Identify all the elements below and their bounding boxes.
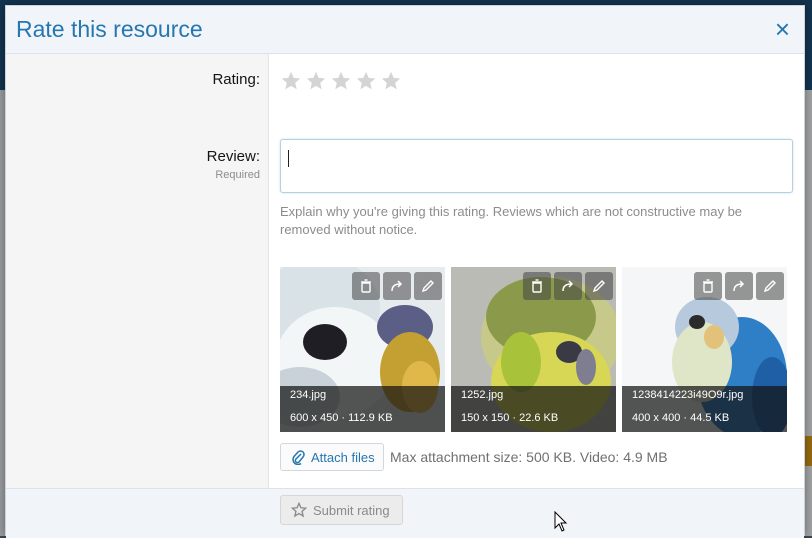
attachment-actions: [523, 272, 613, 300]
attachment-filename: 1252.jpg: [461, 389, 504, 401]
star-icon[interactable]: [305, 70, 327, 92]
rate-resource-modal: Rate this resource × Rating: Review: Req…: [5, 5, 805, 538]
attachment-actions: [694, 272, 784, 300]
attachment-meta: 400 x 400 · 44.5 KB: [632, 412, 730, 424]
modal-body: Rating: Review: Required Explain why you…: [6, 54, 804, 488]
share-icon[interactable]: [554, 272, 582, 300]
attachment-meta: 600 x 450 · 112.9 KB: [290, 412, 393, 424]
attachment-filename: 1238414223i49O9r.jpg: [632, 389, 744, 401]
trash-icon[interactable]: [523, 272, 551, 300]
trash-icon[interactable]: [694, 272, 722, 300]
attachment-thumbnail[interactable]: 1238414223i49O9r.jpg 400 x 400 · 44.5 KB: [622, 267, 787, 432]
share-icon[interactable]: [383, 272, 411, 300]
cursor-icon: [554, 511, 568, 532]
attachment-thumbnail[interactable]: 1252.jpg 150 x 150 · 22.6 KB: [451, 267, 616, 432]
star-outline-icon: [291, 502, 307, 518]
label-column: Rating: Review: Required: [6, 54, 269, 488]
pencil-icon[interactable]: [585, 272, 613, 300]
attach-files-button[interactable]: Attach files: [280, 443, 384, 471]
share-icon[interactable]: [725, 272, 753, 300]
rating-label: Rating:: [212, 71, 260, 88]
star-rating[interactable]: [280, 70, 402, 92]
star-icon[interactable]: [280, 70, 302, 92]
star-icon[interactable]: [380, 70, 402, 92]
modal-header: Rate this resource ×: [6, 6, 804, 54]
review-label: Review:: [206, 148, 260, 165]
attachment-info: 1252.jpg 150 x 150 · 22.6 KB: [451, 386, 616, 432]
submit-rating-label: Submit rating: [313, 502, 390, 518]
text-caret: [288, 150, 289, 167]
attach-files-label: Attach files: [311, 449, 375, 465]
trash-icon[interactable]: [352, 272, 380, 300]
star-icon[interactable]: [330, 70, 352, 92]
review-hint: Explain why you're giving this rating. R…: [280, 204, 743, 237]
pencil-icon[interactable]: [414, 272, 442, 300]
required-note: Required: [215, 169, 260, 181]
attachment-filename: 234.jpg: [290, 389, 327, 401]
submit-rating-button[interactable]: Submit rating: [280, 495, 403, 525]
review-textarea[interactable]: [280, 139, 793, 193]
star-icon[interactable]: [355, 70, 377, 92]
pencil-icon[interactable]: [756, 272, 784, 300]
paperclip-icon: [292, 450, 305, 465]
modal-footer: Submit rating: [6, 488, 804, 538]
modal-title: Rate this resource: [16, 16, 203, 42]
attachment-info: 234.jpg 600 x 450 · 112.9 KB: [280, 386, 445, 432]
attachment-meta: 150 x 150 · 22.6 KB: [461, 412, 559, 424]
attachment-limit-text: Max attachment size: 500 KB. Video: 4.9 …: [390, 449, 668, 465]
attachment-actions: [352, 272, 442, 300]
close-icon[interactable]: ×: [775, 14, 790, 44]
attachment-thumbnail[interactable]: 234.jpg 600 x 450 · 112.9 KB: [280, 267, 445, 432]
attachment-info: 1238414223i49O9r.jpg 400 x 400 · 44.5 KB: [622, 386, 787, 432]
